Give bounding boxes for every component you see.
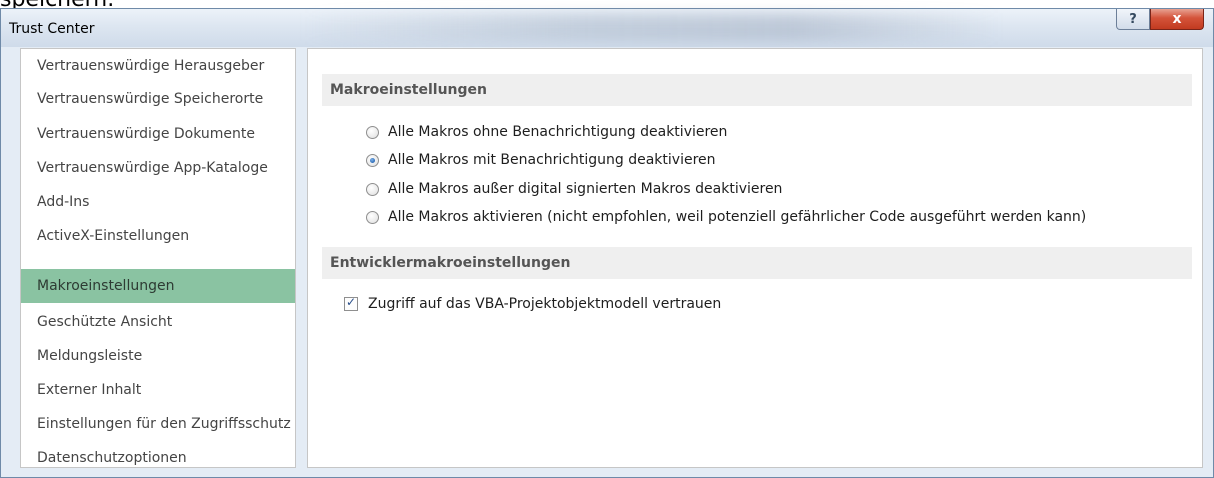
- title-bar-shading: [301, 13, 1001, 41]
- help-icon: ?: [1129, 11, 1137, 27]
- macro-option-disable-except-signed[interactable]: Alle Makros außer digital signierten Mak…: [366, 178, 782, 200]
- sidebar-item-trusted-publishers[interactable]: Vertrauenswürdige Herausgeber: [21, 49, 295, 83]
- sidebar-item-external-content[interactable]: Externer Inhalt: [21, 373, 295, 407]
- radio-button-icon[interactable]: [366, 210, 379, 224]
- close-button[interactable]: x: [1150, 9, 1204, 30]
- macro-option-enable-all[interactable]: Alle Makros aktivieren (nicht empfohlen,…: [366, 206, 1086, 228]
- close-icon: x: [1172, 11, 1182, 27]
- sidebar-item-privacy-options[interactable]: Datenschutzoptionen: [21, 441, 295, 475]
- sidebar-item-activex-settings[interactable]: ActiveX-Einstellungen: [21, 219, 295, 253]
- macro-option-label: Alle Makros aktivieren (nicht empfohlen,…: [388, 209, 1087, 225]
- macro-option-disable-with-notification[interactable]: Alle Makros mit Benachrichtigung deaktiv…: [366, 149, 716, 171]
- macro-option-label: Alle Makros mit Benachrichtigung deaktiv…: [388, 152, 716, 168]
- checkbox-checked-icon[interactable]: [344, 295, 358, 311]
- trust-center-navigation: Vertrauenswürdige Herausgeber Vertrauens…: [20, 48, 296, 468]
- sidebar-item-macro-settings[interactable]: Makroeinstellungen: [21, 269, 295, 303]
- vba-access-label: Zugriff auf das VBA-Projektobjektmodell …: [368, 296, 722, 312]
- macro-option-label: Alle Makros ohne Benachrichtigung deakti…: [388, 124, 728, 140]
- sidebar-item-protected-view[interactable]: Geschützte Ansicht: [21, 305, 295, 339]
- title-bar[interactable]: Trust Center ? x: [1, 9, 1213, 47]
- macro-settings-header: Makroeinstellungen: [322, 74, 1192, 106]
- macro-settings-panel: Makroeinstellungen Alle Makros ohne Bena…: [307, 48, 1203, 468]
- sidebar-item-access-protection-settings[interactable]: Einstellungen für den Zugriffsschutz: [21, 407, 295, 441]
- vba-access-option[interactable]: Zugriff auf das VBA-Projektobjektmodell …: [344, 293, 721, 315]
- dialog-title: Trust Center: [9, 21, 95, 37]
- developer-macro-settings-header: Entwicklermakroeinstellungen: [322, 247, 1192, 279]
- sidebar-item-trusted-locations[interactable]: Vertrauenswürdige Speicherorte: [21, 82, 295, 116]
- sidebar-item-message-bar[interactable]: Meldungsleiste: [21, 339, 295, 373]
- sidebar-item-trusted-documents[interactable]: Vertrauenswürdige Dokumente: [21, 117, 295, 151]
- radio-button-selected-icon[interactable]: [366, 153, 379, 167]
- sidebar-item-trusted-app-catalogs[interactable]: Vertrauenswürdige App-Kataloge: [21, 151, 295, 185]
- sidebar-item-add-ins[interactable]: Add-Ins: [21, 185, 295, 219]
- radio-button-icon[interactable]: [366, 182, 379, 196]
- radio-button-icon[interactable]: [366, 125, 379, 139]
- macro-option-label: Alle Makros außer digital signierten Mak…: [388, 181, 783, 197]
- help-button[interactable]: ?: [1116, 9, 1150, 30]
- macro-option-disable-without-notification[interactable]: Alle Makros ohne Benachrichtigung deakti…: [366, 121, 727, 143]
